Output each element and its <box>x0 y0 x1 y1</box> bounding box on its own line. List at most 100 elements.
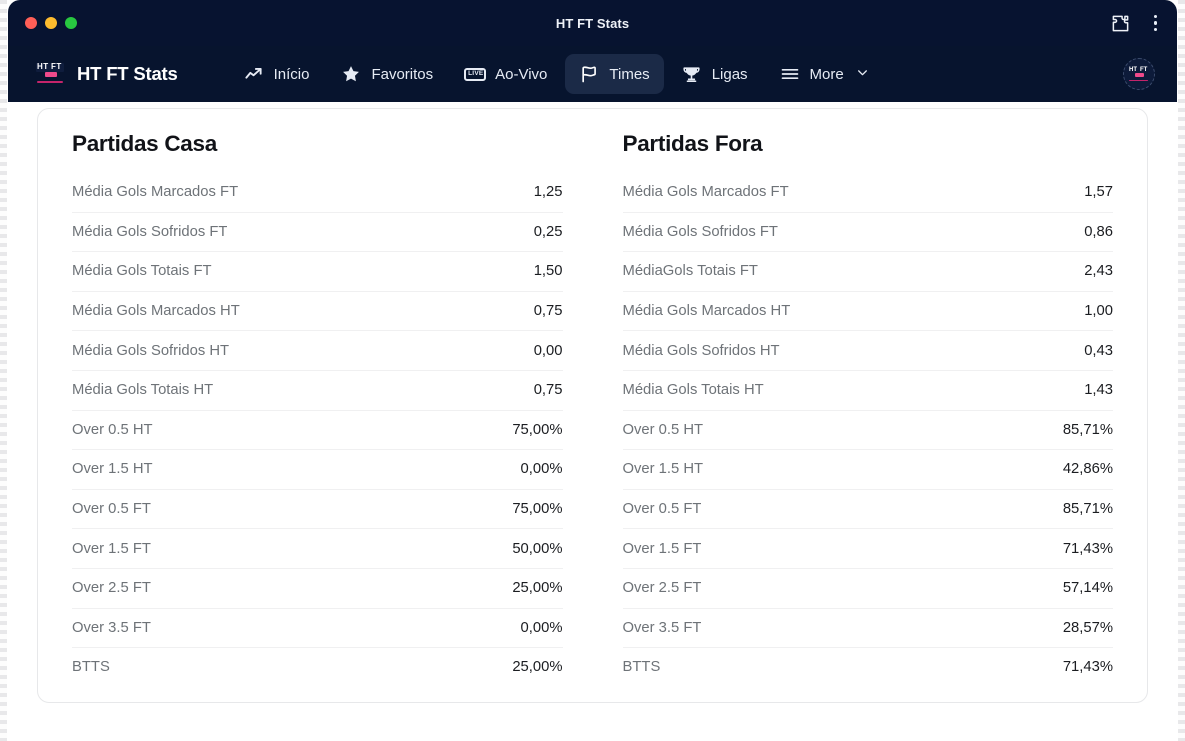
stat-label: Over 1.5 FT <box>622 540 702 557</box>
stat-value: 0,00 <box>533 342 563 359</box>
puzzle-extension-icon[interactable] <box>1111 14 1130 33</box>
kebab-menu-icon[interactable] <box>1148 11 1164 36</box>
brand-name: HT FT Stats <box>77 63 178 84</box>
hamburger-icon <box>780 64 800 84</box>
brand[interactable]: HT FT HT FT Stats <box>36 63 178 85</box>
stat-value: 57,14% <box>1062 580 1113 597</box>
table-row: Média Gols Totais HT 1,43 <box>622 369 1113 410</box>
nav-item-ligas[interactable]: Ligas <box>668 54 762 94</box>
stat-label: Média Gols Sofridos FT <box>72 223 228 240</box>
stat-label: Média Gols Sofridos HT <box>622 342 780 359</box>
stat-label: BTTS <box>622 659 661 676</box>
stat-value: 0,43 <box>1084 342 1113 359</box>
stat-value: 50,00% <box>512 540 563 557</box>
stat-label: Média Gols Marcados HT <box>72 303 240 320</box>
chevron-down-icon <box>856 66 869 83</box>
stat-label: Média Gols Marcados FT <box>622 183 789 200</box>
stat-value: 1,00 <box>1084 303 1113 320</box>
stat-value: 75,00% <box>512 501 563 518</box>
stat-value: 42,86% <box>1062 461 1113 478</box>
table-row: BTTS 71,43% <box>622 647 1113 687</box>
stat-value: 0,00% <box>520 619 563 636</box>
stat-label: Média Gols Sofridos HT <box>72 342 230 359</box>
stat-value: 25,00% <box>512 580 563 597</box>
window-left-edge <box>0 0 7 741</box>
nav-items: Início Favoritos LIVE Ao-Vivo Times Liga… <box>230 54 883 94</box>
stat-label: Média Gols Totais FT <box>72 263 212 280</box>
stat-label: Over 3.5 FT <box>72 619 151 636</box>
avatar-htft-logo-icon: HT FT <box>1129 66 1149 82</box>
stat-label: Over 2.5 FT <box>72 580 151 597</box>
table-row: Média Gols Sofridos HT 0,00 <box>72 330 563 370</box>
title-bar-actions <box>1111 0 1164 46</box>
panel-partidas-casa: Partidas Casa Média Gols Marcados FT 1,25… <box>38 109 593 702</box>
stat-value: 71,43% <box>1062 540 1113 557</box>
table-row: Over 2.5 FT 25,00% <box>72 567 563 608</box>
stat-label: Média Gols Totais HT <box>622 382 764 399</box>
stat-label: Média Gols Totais HT <box>72 382 214 399</box>
main-navigation-bar: HT FT HT FT Stats Início Favoritos LIVE … <box>8 46 1177 102</box>
panel-title: Partidas Casa <box>72 131 217 156</box>
table-row: Over 0.5 HT 85,71% <box>622 409 1113 450</box>
stat-value: 0,00% <box>520 461 563 478</box>
nav-item-label: Favoritos <box>371 65 434 83</box>
stat-label: Over 1.5 HT <box>72 461 153 478</box>
app-window: HT FT Stats HT FT HT FT Stats Início Fav… <box>0 0 1185 741</box>
stat-label: Média Gols Sofridos FT <box>622 223 778 240</box>
stat-label: Média Gols Marcados FT <box>72 183 239 200</box>
table-row: Média Gols Marcados HT 1,00 <box>622 290 1113 331</box>
stat-value: 1,25 <box>533 183 563 200</box>
table-row: Over 2.5 FT 57,14% <box>622 567 1113 608</box>
stat-value: 0,75 <box>533 382 563 399</box>
nav-item-times[interactable]: Times <box>565 54 664 94</box>
table-row: Média Gols Sofridos FT 0,25 <box>72 211 563 252</box>
table-row: Média Gols Totais FT 1,50 <box>72 251 563 291</box>
user-avatar[interactable]: HT FT <box>1123 58 1155 90</box>
stat-value: 71,43% <box>1062 659 1113 676</box>
table-row: Over 0.5 FT 85,71% <box>622 488 1113 529</box>
table-row: Over 0.5 HT 75,00% <box>72 409 563 450</box>
nav-item-ao-vivo[interactable]: LIVE Ao-Vivo <box>451 54 561 94</box>
window-title: HT FT Stats <box>555 15 630 31</box>
table-row: Média Gols Sofridos FT 0,86 <box>622 211 1113 252</box>
stat-value: 85,71% <box>1062 421 1113 438</box>
table-row: Média Gols Marcados FT 1,25 <box>72 172 563 212</box>
live-badge-icon: LIVE <box>464 64 487 84</box>
panel-title: Partidas Fora <box>622 131 763 156</box>
nav-item-label: More <box>809 65 844 83</box>
stat-label: MédiaGols Totais FT <box>622 263 758 280</box>
stat-label: Over 3.5 FT <box>622 619 702 636</box>
trophy-icon <box>682 64 702 84</box>
table-row: Over 1.5 HT 42,86% <box>622 449 1113 489</box>
stat-label: Over 1.5 HT <box>622 461 704 478</box>
stat-value: 1,57 <box>1084 183 1113 200</box>
stat-label: Over 0.5 FT <box>622 501 702 518</box>
nav-item-inicio[interactable]: Início <box>230 54 324 94</box>
table-row: BTTS 25,00% <box>72 647 563 687</box>
nav-item-more[interactable]: More <box>766 54 883 94</box>
table-row: Média Gols Sofridos HT 0,43 <box>622 330 1113 370</box>
stat-label: Média Gols Marcados HT <box>622 303 791 320</box>
stat-value: 0,25 <box>533 223 563 240</box>
panel-partidas-fora: Partidas Fora Média Gols Marcados FT 1,57… <box>593 109 1148 702</box>
content-area: Partidas Casa Média Gols Marcados FT 1,25… <box>8 102 1177 741</box>
nav-item-favoritos[interactable]: Favoritos <box>327 54 447 94</box>
stat-label: BTTS <box>72 659 110 676</box>
table-row: Média Gols Marcados HT 0,75 <box>72 290 563 331</box>
nav-item-label: Ligas <box>711 65 748 83</box>
nav-item-label: Times <box>609 65 650 83</box>
stat-value: 0,86 <box>1084 223 1113 240</box>
table-row: Over 0.5 FT 75,00% <box>72 488 563 529</box>
trending-up-icon <box>244 64 264 84</box>
stat-value: 28,57% <box>1062 619 1113 636</box>
table-row: Over 1.5 HT 0,00% <box>72 449 563 489</box>
stat-label: Over 2.5 FT <box>622 580 702 597</box>
stats-card: Partidas Casa Média Gols Marcados FT 1,25… <box>37 108 1148 703</box>
stat-label: Over 0.5 HT <box>72 421 153 438</box>
nav-item-label: Ao-Vivo <box>495 65 548 83</box>
title-bar: HT FT Stats <box>8 0 1177 46</box>
window-right-edge <box>1178 0 1185 741</box>
nav-item-label: Início <box>273 65 310 83</box>
table-row: Média Gols Totais HT 0,75 <box>72 369 563 410</box>
stat-value: 85,71% <box>1062 501 1113 518</box>
